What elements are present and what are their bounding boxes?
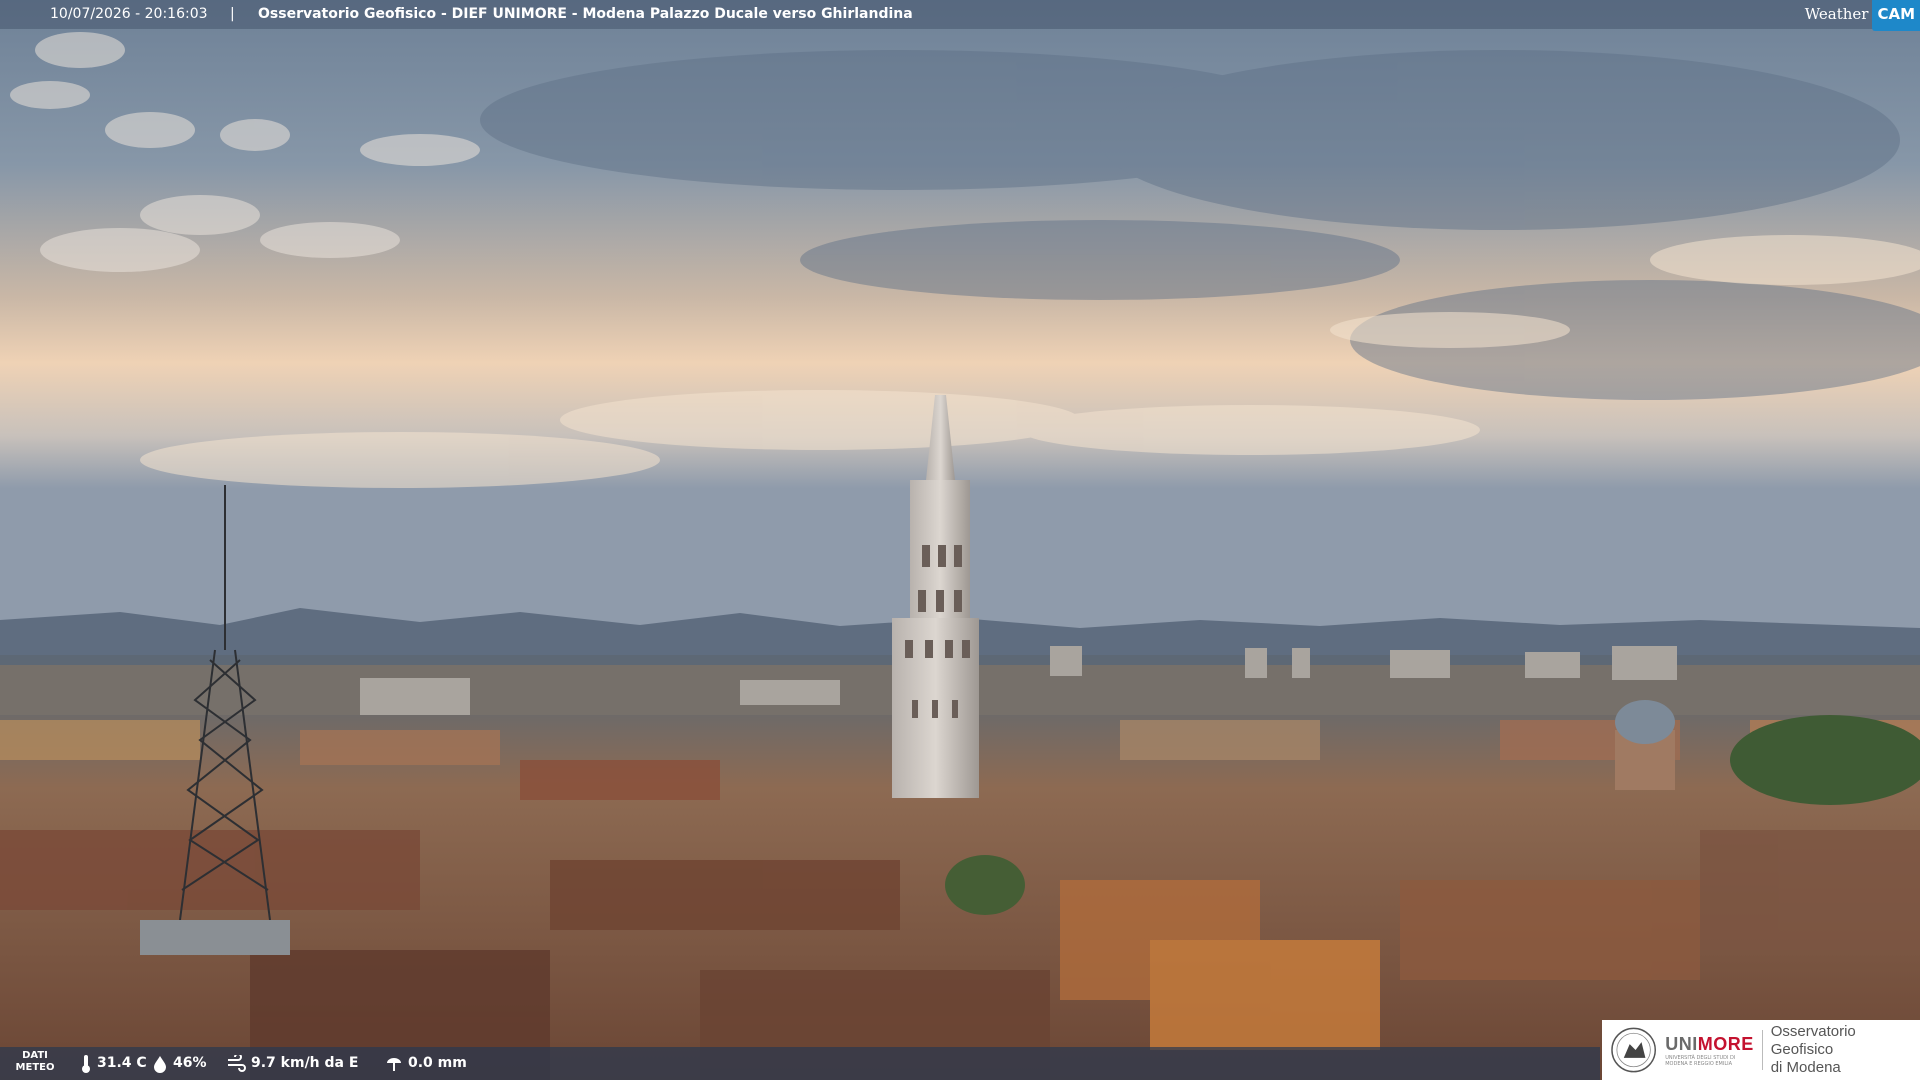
rain-reading: 0.0 mm [385,1047,467,1080]
camera-info-bar: 10/07/2026 - 20:16:03 | Osservatorio Geo… [0,0,1920,31]
wind-icon [228,1054,246,1072]
rain-icon [387,1057,401,1071]
unimore-subtitle: UNIVERSITÀ DEGLI STUDI DI MODENA E REGGI… [1665,1054,1736,1067]
meteo-label-line2: METEO [15,1062,55,1073]
webcam-scene [0,0,1920,1080]
unimore-wordmark: UNIMORE [1665,1034,1754,1055]
weathercam-logo: Weather CAM [1801,0,1920,31]
wind-reading: 9.7 km/h da E [226,1047,358,1080]
dome-right [1615,700,1675,790]
unimore-name: UNIMORE UNIVERSITÀ DEGLI STUDI DI MODENA… [1665,1034,1754,1067]
rain-value: 0.0 mm [408,1055,467,1071]
unimore-logo-panel: UNIMORE UNIVERSITÀ DEGLI STUDI DI MODENA… [1602,1020,1920,1080]
antenna-base [140,920,290,955]
observatory-line1: Osservatorio Geofisico [1770,1023,1856,1058]
timestamp: 10/07/2026 - 20:16:03 [50,6,208,22]
meteo-label: DATI METEO [8,1050,62,1074]
humidity-value: 46% [173,1055,207,1071]
brand-weather: Weather [1804,4,1869,23]
thermometer-icon [82,1054,90,1073]
brand-cam: CAM [1872,0,1920,31]
humidity-reading: 46% [152,1047,207,1080]
unimore-uni: UNI [1665,1033,1698,1054]
wind-value: 9.7 km/h da E [251,1055,359,1071]
meteo-label-line1: DATI [22,1050,48,1061]
temperature-reading: 31.4 C [80,1047,147,1080]
observatory-line2: di Modena [1770,1059,1841,1076]
university-seal-icon [1611,1027,1657,1073]
observatory-name: Osservatorio Geofisico di Modena [1771,1023,1920,1077]
temperature-value: 31.4 C [97,1055,147,1071]
unimore-more: MORE [1697,1033,1754,1054]
meteo-data-bar: DATI METEO 31.4 C 46% 9.7 km/h da E 0.0 … [0,1047,1600,1080]
camera-title: Osservatorio Geofisico - DIEF UNIMORE - … [258,6,913,22]
humidity-drop-icon [154,1055,166,1073]
separator: | [230,6,235,22]
logo-divider [1761,1030,1763,1070]
